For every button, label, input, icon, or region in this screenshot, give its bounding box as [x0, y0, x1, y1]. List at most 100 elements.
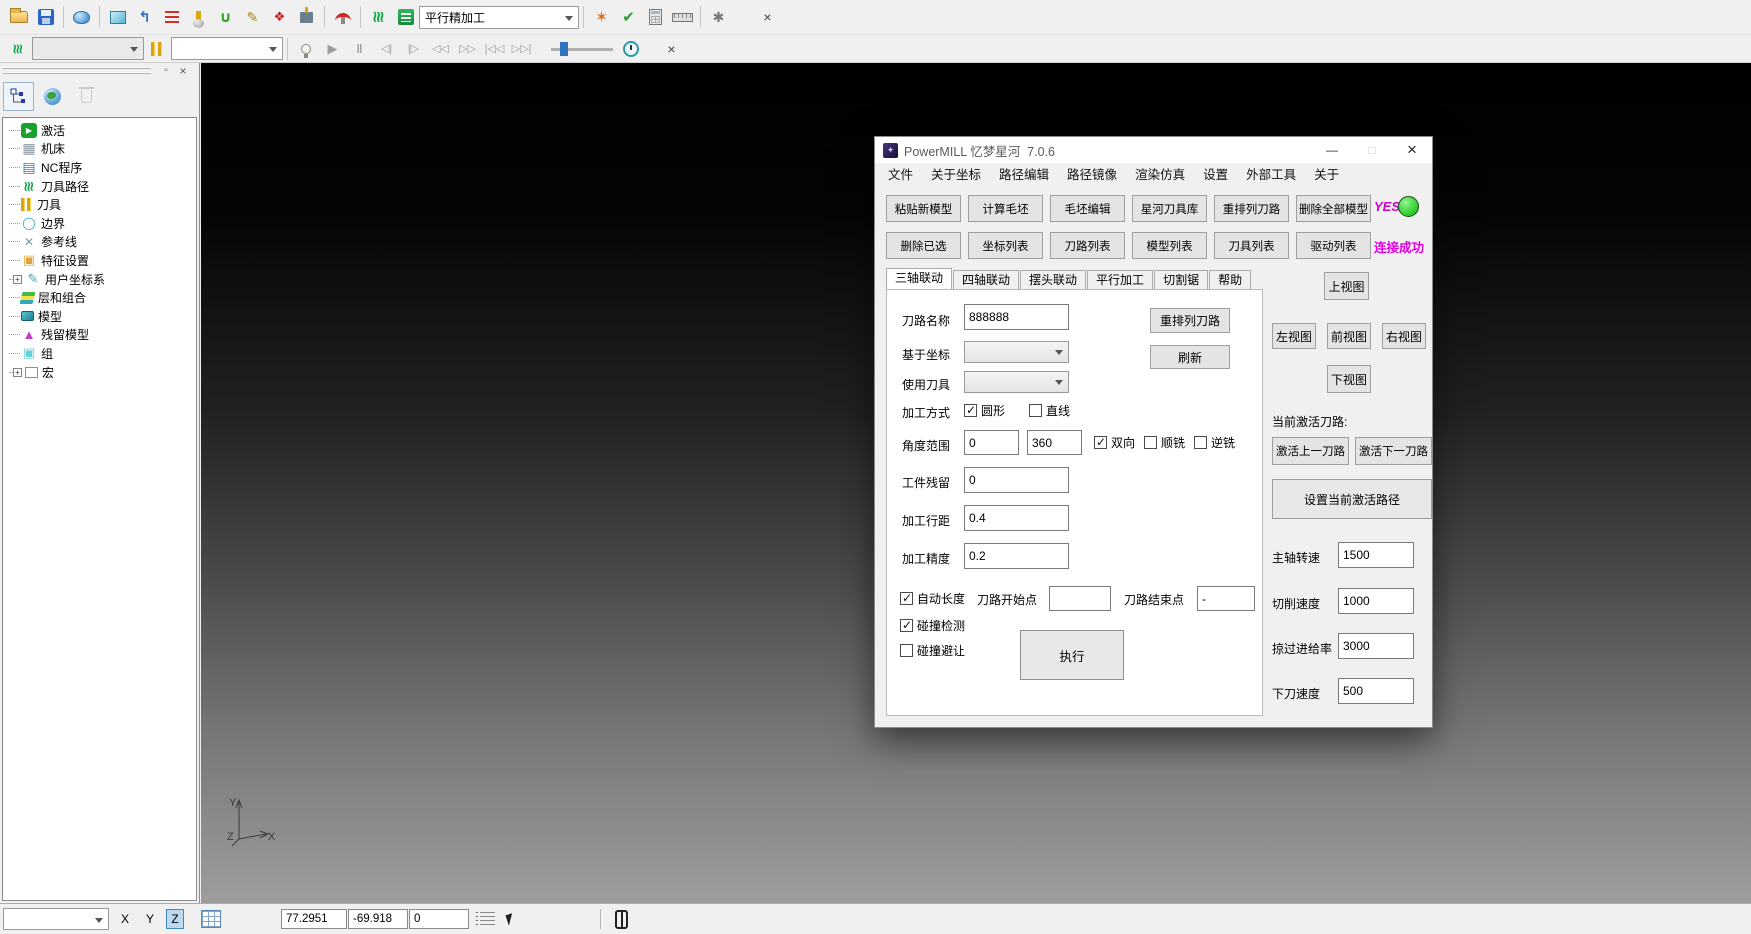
menu-path-mirror[interactable]: 路径镜像: [1058, 163, 1126, 187]
menu-settings[interactable]: 设置: [1194, 163, 1237, 187]
climb-mill-checkbox[interactable]: 顺铣: [1144, 434, 1185, 451]
toolpath-list-icon[interactable]: [392, 4, 419, 30]
sim-speed-slider[interactable]: [551, 41, 613, 57]
stock-edit-button[interactable]: 毛坯编辑: [1050, 195, 1125, 222]
step-forward-icon[interactable]: |▷: [400, 36, 427, 62]
tab-help[interactable]: 帮助: [1209, 270, 1251, 289]
view-left-button[interactable]: 左视图: [1272, 323, 1316, 349]
play-icon[interactable]: ▶: [319, 36, 346, 62]
tab-3axis[interactable]: 三轴联动: [886, 268, 952, 289]
delete-selected-button[interactable]: 删除已选: [886, 232, 961, 259]
tree-item-feature-set[interactable]: 特征设置: [3, 251, 196, 270]
tab-tilthead[interactable]: 摆头联动: [1020, 270, 1086, 289]
toolbar-close-icon[interactable]: ×: [754, 4, 781, 30]
refresh-button[interactable]: 刷新: [1150, 345, 1230, 369]
rearrange-button[interactable]: 重排列刀路: [1150, 308, 1230, 333]
step-back-icon[interactable]: ◁|: [373, 36, 400, 62]
view-right-button[interactable]: 右视图: [1382, 323, 1426, 349]
drive-list-button[interactable]: 驱动列表: [1296, 232, 1371, 259]
dual-view-icon[interactable]: [615, 910, 628, 929]
verify-icon[interactable]: ✔: [615, 4, 642, 30]
go-start-icon[interactable]: |◁◁: [481, 36, 508, 62]
line-checkbox[interactable]: 直线: [1029, 402, 1070, 419]
menu-about-coord[interactable]: 关于坐标: [922, 163, 990, 187]
tree-item-nc-program[interactable]: NC程序: [3, 158, 196, 177]
render-teapot-icon[interactable]: [68, 4, 95, 30]
menu-external-tools[interactable]: 外部工具: [1237, 163, 1305, 187]
tolerance-input[interactable]: 0.2: [964, 543, 1069, 569]
model-list-button[interactable]: 模型列表: [1132, 232, 1207, 259]
cutting-speed-input[interactable]: 1000: [1338, 588, 1414, 614]
axis-z-button[interactable]: Z: [166, 909, 184, 929]
stock-allowance-input[interactable]: 0: [964, 467, 1069, 493]
plunge-speed-input[interactable]: 500: [1338, 678, 1414, 704]
execute-button[interactable]: 执行: [1020, 630, 1124, 680]
use-tool-dropdown[interactable]: [964, 371, 1069, 393]
end-point-input[interactable]: -: [1197, 586, 1255, 611]
tree-item-macro[interactable]: +宏: [3, 363, 196, 382]
circle-checkbox[interactable]: 圆形: [964, 402, 1005, 419]
sim-tool-dropdown[interactable]: [171, 37, 283, 60]
tree-item-group[interactable]: 组: [3, 344, 196, 363]
open-icon[interactable]: [5, 4, 32, 30]
tab-parallel[interactable]: 平行加工: [1087, 270, 1153, 289]
globe-icon[interactable]: [37, 82, 68, 111]
axis-y-button[interactable]: Y: [141, 909, 159, 929]
collision-avoid-checkbox[interactable]: 碰撞避让: [900, 642, 965, 659]
base-coord-dropdown[interactable]: [964, 341, 1069, 363]
skim-feed-input[interactable]: 3000: [1338, 633, 1414, 659]
tab-4axis[interactable]: 四轴联动: [953, 270, 1019, 289]
tree-item-boundary[interactable]: 边界: [3, 214, 196, 233]
clock-icon[interactable]: [617, 36, 644, 62]
ref-points-icon[interactable]: ❖: [266, 4, 293, 30]
coord-x-field[interactable]: 77.2951: [281, 909, 347, 929]
sim-toolpath-dropdown[interactable]: [32, 37, 144, 60]
close-button[interactable]: ×: [1392, 137, 1432, 163]
tool-holder-icon[interactable]: [329, 4, 356, 30]
view-bottom-button[interactable]: 下视图: [1327, 365, 1371, 393]
auto-length-checkbox[interactable]: 自动长度: [900, 590, 965, 607]
toolpath-name-input[interactable]: 888888: [964, 304, 1069, 330]
angle-to-input[interactable]: 360: [1027, 430, 1082, 455]
tab-saw[interactable]: 切割锯: [1154, 270, 1208, 289]
status-dropdown[interactable]: [3, 908, 109, 930]
slider-handle[interactable]: [560, 42, 568, 56]
stepover-input[interactable]: 0.4: [964, 505, 1069, 531]
tree-item-levels[interactable]: 层和组合: [3, 288, 196, 307]
tool-library-button[interactable]: 星河刀具库: [1132, 195, 1207, 222]
save-icon[interactable]: [32, 4, 59, 30]
toolpath-list-button[interactable]: 刀路列表: [1050, 232, 1125, 259]
tree-view-icon[interactable]: [3, 82, 34, 111]
trash-icon[interactable]: [71, 82, 102, 111]
collision-check-checkbox[interactable]: 碰撞检测: [900, 617, 965, 634]
ballnose-tool-icon[interactable]: [185, 4, 212, 30]
ruler-icon[interactable]: [669, 4, 696, 30]
toolpath-coils-icon[interactable]: ≋: [366, 4, 392, 31]
activate-prev-toolpath-button[interactable]: 激活上一刀路: [1272, 437, 1349, 465]
conventional-mill-checkbox[interactable]: 逆铣: [1194, 434, 1235, 451]
panel-restore-icon[interactable]: ▫: [159, 64, 173, 77]
menu-render-sim[interactable]: 渲染仿真: [1126, 163, 1194, 187]
lightbulb-icon[interactable]: [292, 36, 319, 62]
coord-y-field[interactable]: -69.918: [348, 909, 408, 929]
tree-item-activate[interactable]: 激活: [3, 121, 196, 140]
minimize-button[interactable]: —: [1312, 137, 1352, 163]
fast-forward-icon[interactable]: ▷▷: [454, 36, 481, 62]
panel-close-icon[interactable]: ×: [176, 64, 190, 77]
calculator-icon[interactable]: [642, 4, 669, 30]
leads-icon[interactable]: ↰: [131, 4, 158, 30]
expand-plus-icon[interactable]: +: [13, 275, 22, 284]
coord-list-button[interactable]: 坐标列表: [968, 232, 1043, 259]
machine-tools-icon[interactable]: ✱: [705, 4, 732, 30]
expand-plus-icon[interactable]: +: [13, 368, 22, 377]
axis-x-button[interactable]: X: [116, 909, 134, 929]
toolbar-close-icon[interactable]: ×: [658, 36, 685, 62]
tool-block-icon[interactable]: [293, 4, 320, 30]
set-active-path-button[interactable]: 设置当前激活路径: [1272, 479, 1432, 519]
tree-item-pattern[interactable]: 参考线: [3, 233, 196, 252]
bidirectional-checkbox[interactable]: 双向: [1094, 434, 1135, 451]
angle-from-input[interactable]: 0: [964, 430, 1019, 455]
grid-icon[interactable]: [201, 910, 221, 928]
menu-file[interactable]: 文件: [879, 163, 922, 187]
coord-z-field[interactable]: 0: [409, 909, 469, 929]
